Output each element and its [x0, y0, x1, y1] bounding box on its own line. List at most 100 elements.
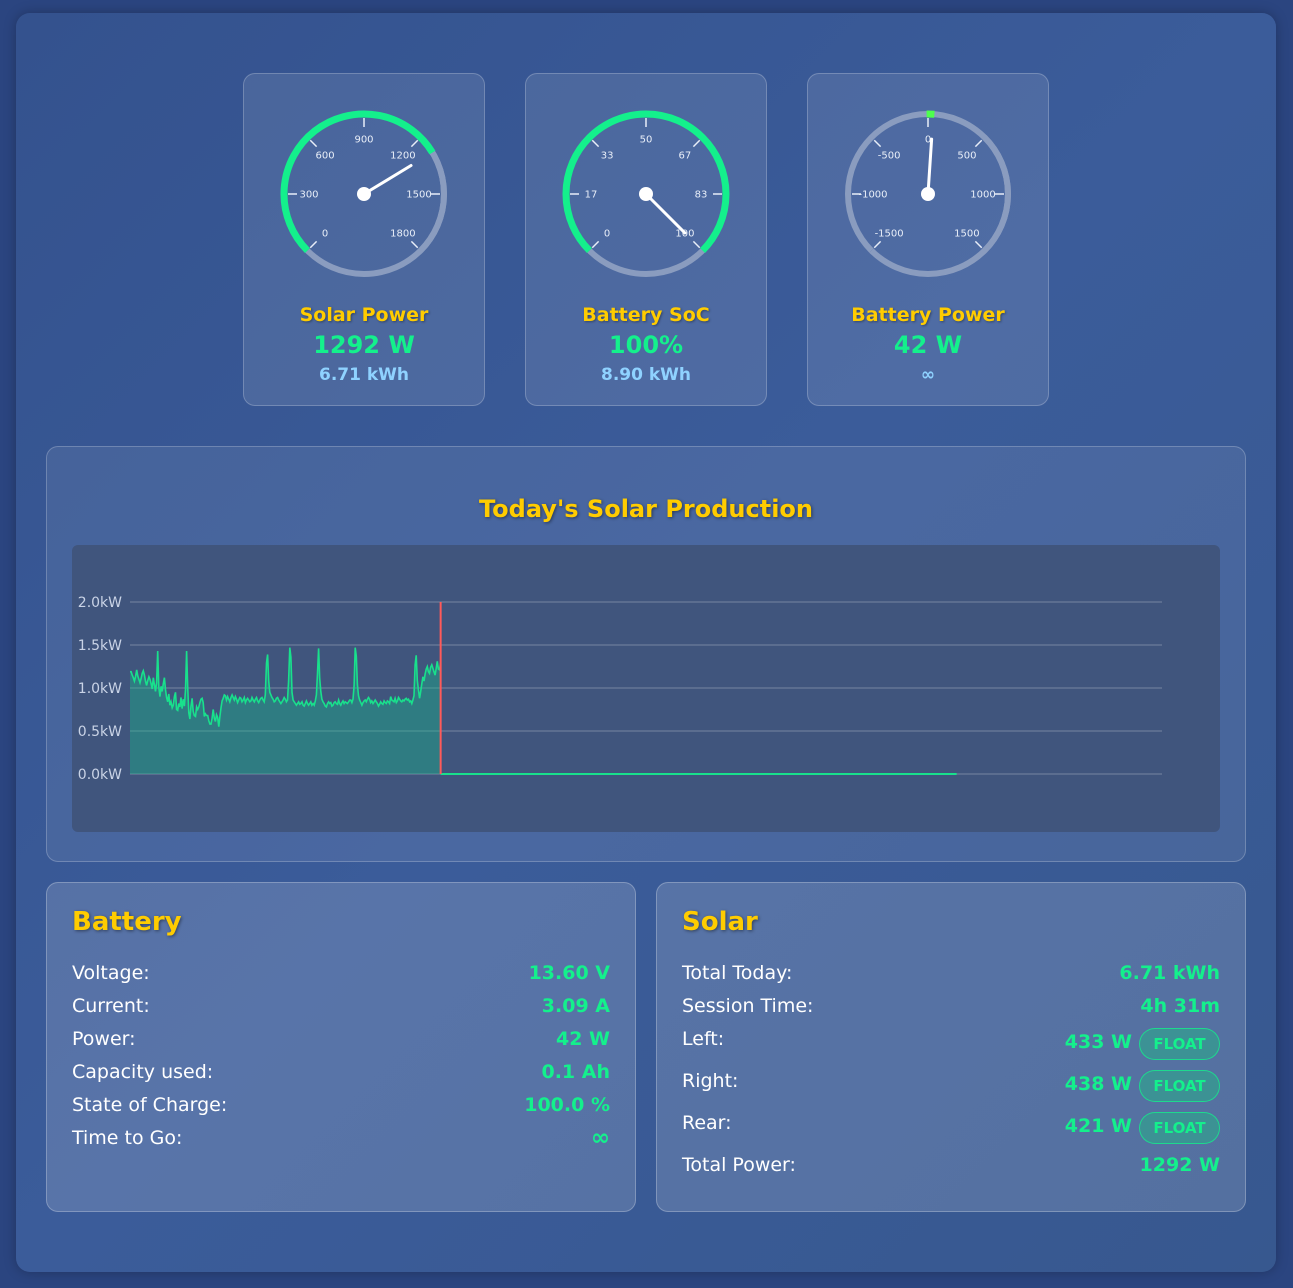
- battery-row-time-to-go: Time to Go: ∞: [72, 1125, 610, 1160]
- y-tick-label: 0.5kW: [78, 724, 122, 740]
- solar-power-gauge: 0 300 600 900 1200 1500 1800: [280, 110, 447, 277]
- gauge-tick-label: 0: [604, 228, 610, 239]
- row-label: Time to Go:: [72, 1127, 183, 1149]
- battery-power-gauge-card: -1500 -1000 -500 0 500 1000 1500 Battery Power…: [807, 73, 1049, 406]
- gauge-value: 42 W: [893, 331, 963, 359]
- solar-row-left: Left: 433 W FLOAT: [682, 1028, 1220, 1064]
- row-label: Session Time:: [682, 995, 814, 1017]
- gauge-subvalue: 8.90 kWh: [600, 365, 692, 385]
- gauge-subvalue: ∞: [920, 365, 936, 385]
- gauge-tick-label: 0: [322, 228, 328, 239]
- gauge-tick-label: -1500: [875, 228, 904, 239]
- gauge-tick-label: 83: [695, 190, 708, 201]
- battery-soc-gauge: 01733506783100: [562, 110, 730, 277]
- gauge-tick-label: 67: [679, 151, 692, 162]
- y-tick-label: 1.5kW: [78, 638, 122, 654]
- gauge-tick: [873, 139, 882, 148]
- row-label: Total Today:: [682, 962, 793, 984]
- gauge-needle: [644, 192, 687, 235]
- production-area: [130, 647, 441, 774]
- row-label: Total Power:: [682, 1154, 796, 1176]
- row-value: 438 W: [1064, 1073, 1132, 1095]
- gauge-tick: [309, 139, 318, 148]
- row-value: ∞: [590, 1125, 610, 1151]
- row-label: Right:: [682, 1070, 739, 1092]
- row-value: 42 W: [555, 1028, 610, 1050]
- row-label: State of Charge:: [72, 1094, 228, 1116]
- gauge-needle-hub: [639, 187, 653, 201]
- gauge-value: 1292 W: [313, 331, 415, 359]
- gauge-title: Solar Power: [299, 304, 429, 326]
- solar-card: Solar Total Today: 6.71 kWh Session Time…: [656, 882, 1246, 1212]
- gauge-subvalue: 6.71 kWh: [318, 365, 410, 385]
- gauge-needle: [362, 164, 413, 196]
- solar-production-card: Today's Solar Production 0.0kW 0.5kW 1.0kW…: [46, 446, 1246, 862]
- y-tick-label: 0.0kW: [78, 767, 122, 783]
- chart-title: Today's Solar Production: [478, 495, 813, 523]
- battery-card-title: Battery: [72, 907, 182, 937]
- charger-state-badge: FLOAT: [1139, 1112, 1220, 1144]
- gauge-tick-label: -500: [878, 151, 901, 162]
- gauge-tick-label: 50: [640, 135, 653, 146]
- battery-power-gauge: -1500-1000-500050010001500: [845, 110, 1011, 277]
- gauge-tick: [692, 139, 701, 148]
- battery-soc-gauge-card: 01733506783100 Battery SoC 100% 8.90 kWh: [525, 73, 767, 406]
- row-value: 0.1 Ah: [541, 1061, 610, 1083]
- row-label: Current:: [72, 995, 150, 1017]
- gauge-tick: [410, 139, 419, 148]
- dashboard-frame: 0 300 600 900 1200 1500 1800 Solar Power 1292 …: [16, 13, 1276, 1272]
- solar-row-rear: Rear: 421 W FLOAT: [682, 1112, 1220, 1148]
- gauge-tick: [692, 240, 701, 249]
- gauge-tick-label: 1200: [390, 151, 415, 162]
- gauge-title: Battery SoC: [582, 304, 710, 326]
- gauge-tick-label: 600: [316, 151, 335, 162]
- gauge-tick-label: 500: [957, 151, 976, 162]
- solar-power-gauge-card: 0 300 600 900 1200 1500 1800 Solar Power 1292 …: [243, 73, 485, 406]
- row-value: 100.0 %: [524, 1094, 610, 1116]
- row-value: 1292 W: [1139, 1154, 1220, 1176]
- solar-row-total-today: Total Today: 6.71 kWh: [682, 962, 1220, 995]
- solar-production-chart: 0.0kW 0.5kW 1.0kW 1.5kW 2.0kW: [72, 545, 1220, 832]
- row-value: 433 W: [1064, 1031, 1132, 1053]
- charger-state-badge: FLOAT: [1139, 1070, 1220, 1102]
- gauge-tick-label: 33: [601, 151, 614, 162]
- gauge-title: Battery Power: [851, 304, 1005, 326]
- battery-row-power: Power: 42 W: [72, 1028, 610, 1061]
- battery-card: Battery Voltage: 13.60 V Current: 3.09 A…: [46, 882, 636, 1212]
- gauge-tick-label: -1000: [858, 190, 887, 201]
- gauge-value: 100%: [608, 331, 684, 359]
- battery-row-capacity: Capacity used: 0.1 Ah: [72, 1061, 610, 1094]
- gauge-needle-hub: [921, 187, 935, 201]
- solar-row-session-time: Session Time: 4h 31m: [682, 995, 1220, 1028]
- solar-row-right: Right: 438 W FLOAT: [682, 1070, 1220, 1106]
- charger-state-badge: FLOAT: [1139, 1028, 1220, 1060]
- gauge-tick: [410, 240, 419, 249]
- row-value: 421 W: [1064, 1115, 1132, 1137]
- gauge-tick: [974, 240, 983, 249]
- solar-card-title: Solar: [682, 907, 758, 937]
- gauge-tick-label: 1800: [390, 228, 415, 239]
- row-value: 4h 31m: [1140, 995, 1220, 1017]
- production-chart-svg: 0.0kW 0.5kW 1.0kW 1.5kW 2.0kW: [78, 595, 1162, 783]
- y-tick-label: 2.0kW: [78, 595, 122, 611]
- row-value: 3.09 A: [541, 995, 610, 1017]
- battery-row-current: Current: 3.09 A: [72, 995, 610, 1028]
- solar-row-total-power: Total Power: 1292 W: [682, 1154, 1220, 1187]
- gauge-tick-label: 1500: [406, 190, 431, 201]
- gauge-tick: [309, 240, 318, 249]
- gauge-tick-label: 17: [585, 190, 598, 201]
- y-tick-label: 1.0kW: [78, 681, 122, 697]
- battery-row-soc: State of Charge: 100.0 %: [72, 1094, 610, 1127]
- gauge-needle-hub: [357, 187, 371, 201]
- gauge-needle: [926, 137, 934, 196]
- gauge-tick: [974, 139, 983, 148]
- gauge-tick-label: 1500: [954, 228, 979, 239]
- row-label: Capacity used:: [72, 1061, 214, 1083]
- gauge-tick: [873, 240, 882, 249]
- row-value: 13.60 V: [528, 962, 610, 984]
- row-label: Voltage:: [72, 962, 150, 984]
- gauge-tick: [591, 139, 600, 148]
- row-label: Left:: [682, 1028, 725, 1050]
- row-label: Rear:: [682, 1112, 732, 1134]
- gauge-tick: [591, 240, 600, 249]
